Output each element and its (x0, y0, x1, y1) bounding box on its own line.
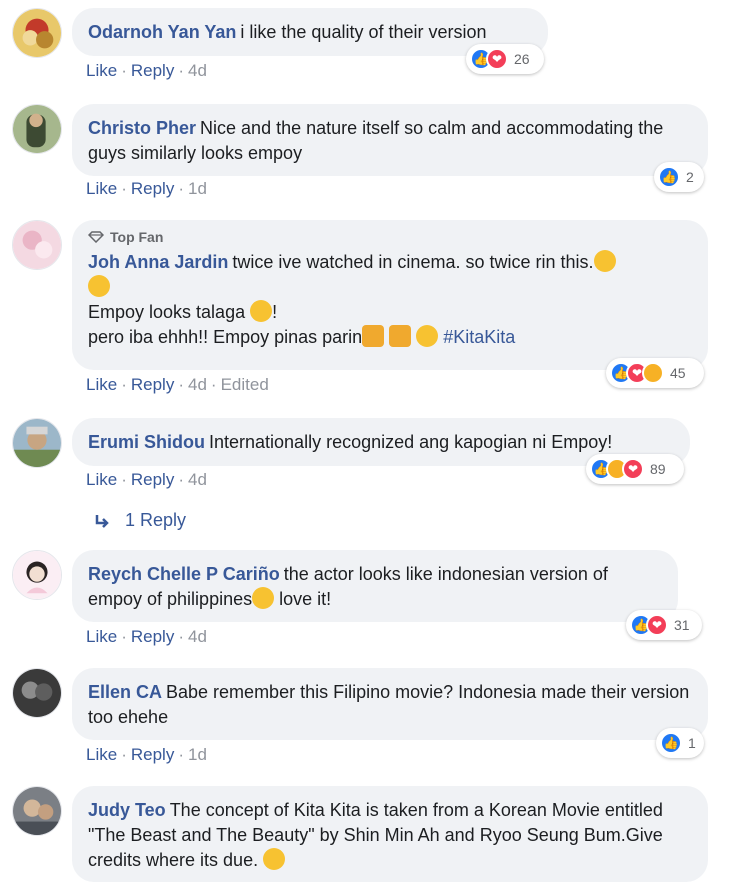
commenter-name[interactable]: Erumi Shidou (88, 432, 205, 452)
reply-button[interactable]: Reply (131, 179, 174, 198)
comment-text: Internationally recognized ang kapogian … (209, 432, 613, 452)
badge-label: Top Fan (110, 229, 164, 245)
timestamp[interactable]: 4d (188, 627, 207, 646)
comment-text-end: love it! (279, 589, 332, 609)
reaction-count: 89 (650, 461, 666, 477)
wink-emoji-icon (416, 325, 439, 347)
comment-actions: Like · Reply · 4d (86, 627, 207, 646)
edited-label[interactable]: Edited (221, 375, 269, 394)
reply-button[interactable]: Reply (131, 375, 174, 394)
avatar[interactable] (12, 550, 62, 600)
like-button[interactable]: Like (86, 61, 117, 80)
hashtag-link[interactable]: #KitaKita (443, 327, 515, 347)
comment-actions: Like · Reply · 1d (86, 745, 207, 764)
timestamp[interactable]: 4d (188, 61, 207, 80)
reaction-count: 1 (688, 735, 696, 751)
reaction-count: 45 (670, 365, 686, 381)
avatar[interactable] (12, 786, 62, 836)
commenter-name[interactable]: Ellen CA (88, 682, 162, 702)
comment-bubble: Christo Pher Nice and the nature itself s… (72, 104, 708, 176)
reply-button[interactable]: Reply (131, 745, 174, 764)
rock-on-emoji-icon (362, 325, 385, 347)
like-button[interactable]: Like (86, 627, 117, 646)
reaction-summary[interactable]: 👍 2 (654, 162, 704, 192)
timestamp[interactable]: 1d (188, 745, 207, 764)
like-button[interactable]: Like (86, 179, 117, 198)
view-replies-link[interactable]: 1 Reply (93, 510, 186, 531)
reply-button[interactable]: Reply (131, 61, 174, 80)
comment-actions: Like · Reply · 4d (86, 470, 207, 489)
reaction-summary[interactable]: 👍 ❤ 31 (626, 610, 702, 640)
fist-emoji-icon (389, 325, 412, 347)
reply-button[interactable]: Reply (131, 627, 174, 646)
crying-emoji-icon (593, 250, 616, 272)
comment-bubble: Ellen CA Babe remember this Filipino movi… (72, 668, 708, 740)
like-icon: 👍 (660, 732, 682, 754)
commenter-name[interactable]: Reych Chelle P Cariño (88, 564, 280, 584)
comment-bubble: Reych Chelle P Cariño the actor looks lik… (72, 550, 678, 622)
reaction-summary[interactable]: 👍 1 (656, 728, 704, 758)
comment-bubble: Top Fan Joh Anna Jardin twice ive watched… (72, 220, 708, 370)
reply-arrow-icon (95, 514, 109, 528)
avatar[interactable] (12, 418, 62, 468)
reaction-count: 2 (686, 169, 694, 185)
comment-text: Babe remember this Filipino movie? Indon… (88, 682, 690, 727)
top-fan-badge: Top Fan (88, 228, 692, 246)
comment-text: The concept of Kita Kita is taken from a… (88, 800, 663, 870)
reaction-count: 31 (674, 617, 690, 633)
comment-actions: Like · Reply · 4d · Edited (86, 375, 269, 394)
comment-bubble: Judy Teo The concept of Kita Kita is take… (72, 786, 708, 882)
comment-text: twice ive watched in cinema. so twice ri… (232, 252, 594, 272)
surprised-emoji-icon (252, 587, 275, 609)
comment-actions: Like · Reply · 1d (86, 179, 207, 198)
timestamp[interactable]: 1d (188, 179, 207, 198)
diamond-icon (88, 231, 104, 243)
heart-icon: ❤ (622, 458, 644, 480)
avatar[interactable] (12, 220, 62, 270)
comment-actions: Like · Reply · 4d (86, 61, 207, 80)
reaction-summary[interactable]: 👍 ❤ 89 (586, 454, 684, 484)
grinning-sweat-emoji-icon (263, 848, 286, 870)
haha-icon (642, 362, 664, 384)
avatar[interactable] (12, 668, 62, 718)
commenter-name[interactable]: Odarnoh Yan Yan (88, 22, 236, 42)
heart-icon: ❤ (646, 614, 668, 636)
replies-count-label[interactable]: 1 Reply (125, 510, 186, 531)
reaction-summary[interactable]: 👍 ❤ 45 (606, 358, 704, 388)
reply-button[interactable]: Reply (131, 470, 174, 489)
reaction-summary[interactable]: 👍 ❤ 26 (466, 44, 544, 74)
like-button[interactable]: Like (86, 470, 117, 489)
surprised-emoji-icon (250, 300, 273, 322)
heart-icon: ❤ (486, 48, 508, 70)
like-icon: 👍 (658, 166, 680, 188)
comment-text: i like the quality of their version (240, 22, 487, 42)
reaction-count: 26 (514, 51, 530, 67)
like-button[interactable]: Like (86, 745, 117, 764)
like-button[interactable]: Like (86, 375, 117, 394)
timestamp[interactable]: 4d (188, 375, 207, 394)
comment-text-line: pero iba ehhh!! Empoy pinas parin (88, 327, 363, 347)
loudly-crying-emoji-icon (88, 275, 110, 297)
avatar[interactable] (12, 8, 62, 58)
timestamp[interactable]: 4d (188, 470, 207, 489)
comment-text-line: Empoy looks talaga (88, 302, 246, 322)
avatar[interactable] (12, 104, 62, 154)
commenter-name[interactable]: Christo Pher (88, 118, 196, 138)
commenter-name[interactable]: Joh Anna Jardin (88, 252, 228, 272)
commenter-name[interactable]: Judy Teo (88, 800, 166, 820)
